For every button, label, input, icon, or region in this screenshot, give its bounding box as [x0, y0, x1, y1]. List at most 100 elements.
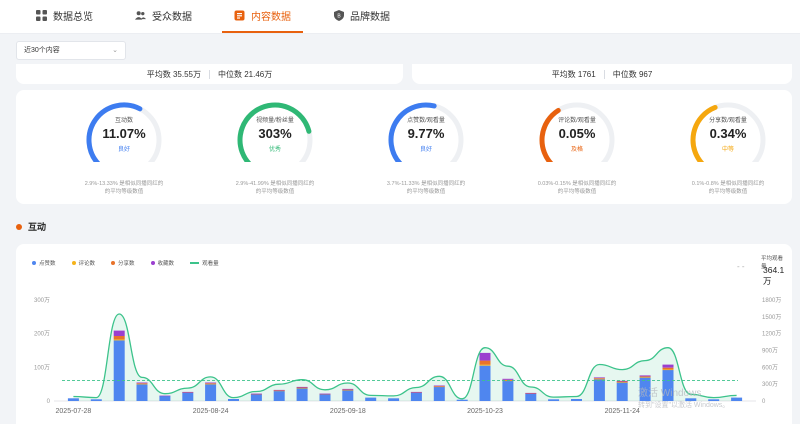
metric-description: 0.1%-0.8% 是相似同播同红的 的平均等级数值 — [655, 180, 800, 196]
bar-segment — [662, 364, 674, 368]
metric-like-view-ratio: 点赞数/观看量 9.77% 良好 3.7%-11.33% 是相似同播同红的 的平… — [353, 90, 493, 204]
y-right-tick-label: 1500万 — [762, 314, 781, 321]
x-tick-label: 2025-10-23 — [467, 408, 503, 415]
bar-segment — [616, 381, 628, 383]
metric-description: 3.7%-11.33% 是相似同播同红的 的平均等级数值 — [353, 180, 499, 196]
bar-segment — [250, 393, 262, 395]
bar-segment — [410, 392, 422, 401]
y-right-tick-label: 900万 — [762, 348, 778, 355]
metric-level: 良好 — [419, 147, 432, 153]
metric-label: 视频量/粉丝量 — [256, 118, 294, 124]
bar-segment — [502, 378, 514, 380]
x-tick-label: 2025-09-18 — [330, 408, 366, 415]
tab-label: 品牌数据 — [350, 11, 390, 23]
bar-segment — [525, 393, 537, 401]
bar-segment — [159, 395, 171, 401]
bar-segment — [593, 377, 605, 379]
metric-engagement-rate: 互动数 11.07% 良好 2.9%-13.33% 是相似同播同红的 的平均等级… — [51, 90, 191, 204]
metric-value: 0.34% — [709, 126, 747, 141]
bar-segment — [479, 365, 491, 401]
metrics-card: 互动数 11.07% 良好 2.9%-13.33% 是相似同播同红的 的平均等级… — [16, 90, 792, 204]
metric-label: 分享数/观看量 — [709, 118, 747, 124]
y-left-tick-label: 300万 — [34, 297, 50, 304]
bar-segment — [205, 382, 217, 384]
metric-value: 303% — [258, 126, 292, 141]
bar-segment — [639, 375, 651, 377]
tab-brand[interactable]: B 品牌数据 — [321, 0, 402, 33]
tab-overview[interactable]: 数据总览 — [24, 0, 105, 33]
filter-bar: 近30个内容 ⌄ — [0, 34, 800, 66]
metric-value: 0.05% — [558, 126, 596, 141]
summary-average: 平均数 35.55万 — [146, 69, 201, 79]
bar-segment — [250, 394, 262, 401]
divider — [209, 69, 210, 79]
bar-segment — [548, 399, 560, 401]
divider — [603, 69, 605, 79]
bar-segment — [136, 382, 148, 384]
users-icon — [135, 10, 146, 21]
metric-video-follower-ratio: 视频量/粉丝量 303% 优秀 2.9%-41.99% 是相似同播同红的 的平均… — [202, 90, 342, 204]
bar-segment — [113, 340, 125, 401]
metric-label: 互动数 — [114, 118, 133, 124]
bar-segment — [571, 399, 582, 401]
desc-line: 0.03%-0.15% 是相似同播同红的 — [537, 181, 617, 187]
bar-segment — [342, 388, 354, 390]
bar-segment — [273, 390, 285, 401]
bar-segment — [136, 384, 148, 401]
summary-average: 平均数 1761 — [551, 69, 596, 79]
metric-comment-view-ratio: 评论数/观看量 0.05% 及格 0.03%-0.15% 是相似同播同红的 的平… — [504, 90, 644, 204]
summary-card-left: 平均数 35.55万 中位数 21.46万 — [16, 64, 403, 84]
metric-label: 点赞数/观看量 — [407, 118, 445, 124]
desc-line: 2.9%-41.99% 是相似同播同红的 — [235, 181, 315, 187]
section-dot — [16, 223, 22, 230]
chevron-down-icon: ⌄ — [112, 47, 118, 54]
bar-segment — [113, 336, 125, 340]
bar-segment — [593, 379, 605, 401]
metric-value: 11.07% — [102, 126, 146, 141]
bar-segment — [685, 398, 697, 401]
bar-segment — [662, 370, 674, 401]
y-right-tick-label: 300万 — [762, 381, 778, 388]
section-title: 互动 — [16, 220, 46, 233]
metric-level: 中等 — [721, 147, 734, 153]
x-tick-label: 2025-07-28 — [56, 408, 92, 415]
bar-segment — [479, 352, 491, 361]
bar-segment — [593, 378, 605, 379]
desc-line: 0.1%-0.8% 是相似同播同红的 — [691, 181, 765, 187]
top-nav: 数据总览 受众数据 内容数据 B 品牌数据 — [0, 0, 800, 34]
tab-audience[interactable]: 受众数据 — [123, 0, 204, 33]
bar-segment — [205, 384, 217, 401]
y-right-tick-label: 0 — [762, 399, 766, 405]
bar-segment — [159, 395, 171, 397]
desc-line: 的平均等级数值 — [255, 189, 295, 195]
metric-value: 9.77% — [407, 126, 445, 141]
desc-line: 的平均等级数值 — [557, 189, 597, 195]
tab-content[interactable]: 内容数据 — [222, 0, 303, 33]
bar-segment — [410, 391, 422, 393]
bar-segment — [182, 391, 194, 393]
bar-segment — [319, 394, 331, 401]
y-left-tick-label: 200万 — [34, 331, 50, 338]
views-area — [73, 314, 737, 401]
select-value: 近30个内容 — [24, 47, 60, 54]
metric-share-view-ratio: 分享数/观看量 0.34% 中等 0.1%-0.8% 是相似同播同红的 的平均等… — [655, 90, 795, 204]
bar-segment — [273, 389, 285, 391]
metric-description: 2.9%-13.33% 是相似同播同红的 的平均等级数值 — [51, 180, 197, 196]
section-title-text: 互动 — [28, 222, 47, 232]
x-tick-label: 2025-11-24 — [605, 408, 640, 415]
bar-segment — [708, 399, 720, 401]
bar-segment — [731, 397, 743, 401]
interaction-chart-card: 点赞数 评论数 分享数 收藏数 观看量 - - 平均观看量 364.1万 0 100万 20… — [16, 244, 792, 424]
content-range-select[interactable]: 近30个内容 ⌄ — [16, 41, 126, 60]
desc-line: 3.7%-11.33% 是相似同播同红的 — [386, 181, 466, 187]
y-left-tick-label: 100万 — [34, 364, 50, 371]
metric-level: 优秀 — [268, 147, 281, 153]
y-right-tick-label: 600万 — [762, 364, 778, 371]
bar-segment — [113, 339, 125, 341]
bar-segment — [296, 386, 308, 388]
bar-segment — [662, 367, 674, 370]
desc-line: 的平均等级数值 — [406, 189, 446, 195]
bar-segment — [296, 388, 308, 401]
bar-segment — [342, 389, 354, 391]
bar-segment — [388, 398, 400, 401]
